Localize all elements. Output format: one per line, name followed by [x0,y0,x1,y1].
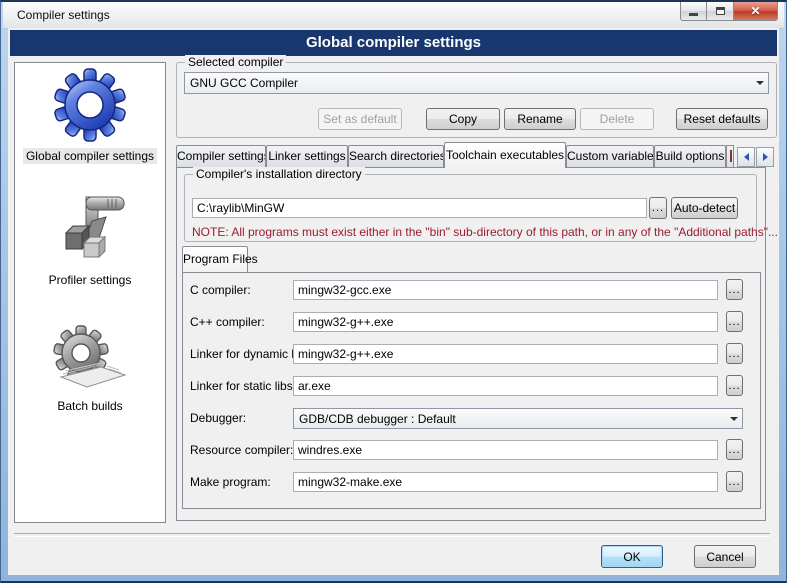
tab-toolchain-executables[interactable]: Toolchain executables [444,142,566,168]
debugger-dropdown[interactable]: GDB/CDB debugger : Default [293,408,743,429]
debugger-value: GDB/CDB debugger : Default [294,412,725,426]
linker-static-label: Linker for static libs: [190,379,296,393]
minimize-icon [689,13,698,16]
sidebar-item-batch-builds[interactable]: Batch builds [15,399,165,413]
sidebar-item-global-compiler-settings[interactable]: Global compiler settings [15,149,165,163]
resource-compiler-input[interactable] [293,440,718,460]
installation-directory-group-label: Compiler's installation directory [193,167,365,181]
titlebar[interactable]: Compiler settings ✕ [3,2,784,29]
window-title: Compiler settings [17,8,110,22]
linker-dynamic-input[interactable] [293,344,718,364]
chevron-down-icon [751,73,768,93]
maximize-button[interactable] [707,2,734,21]
blue-gear-icon[interactable] [15,67,165,143]
browse-c-compiler-button[interactable]: ... [726,279,743,300]
gray-gear-paper-icon[interactable] [15,325,165,395]
cancel-button[interactable]: Cancel [694,545,756,568]
compiler-settings-window: Compiler settings ✕ Global compiler sett… [0,0,787,583]
tab-partial[interactable] [726,145,734,167]
browse-resource-compiler-button[interactable]: ... [726,439,743,460]
settings-category-list[interactable]: Global compiler settings [14,62,166,523]
caliper-icon[interactable] [15,189,165,269]
cpp-compiler-input[interactable] [293,312,718,332]
caption-buttons: ✕ [680,2,778,22]
browse-cpp-compiler-button[interactable]: ... [726,311,743,332]
selected-compiler-value: GNU GCC Compiler [185,76,751,90]
browse-linker-static-button[interactable]: ... [726,375,743,396]
linker-static-input[interactable] [293,376,718,396]
ok-button[interactable]: OK [601,545,663,568]
resource-compiler-label: Resource compiler: [190,443,293,457]
dialog-body: Global compiler settings [8,28,779,575]
reset-defaults-button[interactable]: Reset defaults [676,108,768,130]
cpp-compiler-label: C++ compiler: [190,315,265,329]
close-icon: ✕ [750,5,760,17]
rename-button[interactable]: Rename [504,108,576,130]
footer-separator [14,533,770,537]
dialog-header-title: Global compiler settings [10,30,777,56]
maximize-icon [716,7,725,15]
arrow-right-icon [763,153,768,161]
subtab-program-files[interactable]: Program Files [182,246,248,272]
tab-build-options[interactable]: Build options [654,145,726,167]
arrow-left-icon [744,153,749,161]
auto-detect-button[interactable]: Auto-detect [671,197,738,219]
installation-directory-input[interactable] [192,198,647,218]
tab-scroll-right-button[interactable] [756,147,774,167]
selected-compiler-dropdown[interactable]: GNU GCC Compiler [184,72,769,94]
sidebar-item-profiler-settings[interactable]: Profiler settings [15,273,165,287]
debugger-label: Debugger: [190,411,246,425]
copy-button[interactable]: Copy [426,108,500,130]
selected-compiler-group-label: Selected compiler [185,55,286,69]
browse-make-program-button[interactable]: ... [726,471,743,492]
tab-search-directories[interactable]: Search directories [348,145,444,167]
minimize-button[interactable] [680,2,707,21]
browse-installation-directory-button[interactable]: ... [649,197,667,219]
installation-note: NOTE: All programs must exist either in … [192,225,778,239]
browse-linker-dynamic-button[interactable]: ... [726,343,743,364]
tab-linker-settings[interactable]: Linker settings [266,145,348,167]
close-button[interactable]: ✕ [734,2,778,21]
delete-button[interactable]: Delete [580,108,654,130]
tab-compiler-settings[interactable]: Compiler settings [176,145,266,167]
c-compiler-label: C compiler: [190,283,251,297]
set-as-default-button[interactable]: Set as default [318,108,402,130]
c-compiler-input[interactable] [293,280,718,300]
tab-scroll-left-button[interactable] [737,147,755,167]
make-program-label: Make program: [190,475,271,489]
make-program-input[interactable] [293,472,718,492]
tab-custom-variables[interactable]: Custom variables [566,145,654,167]
chevron-down-icon [725,409,742,428]
